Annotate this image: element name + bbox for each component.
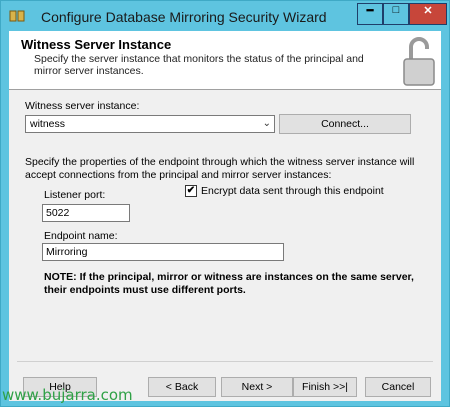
witness-instance-select[interactable]: witness ⌄ — [25, 115, 275, 133]
wizard-window: Configure Database Mirroring Security Wi… — [0, 0, 450, 407]
listener-port-input[interactable]: 5022 — [42, 204, 130, 222]
endpoint-name-label: Endpoint name: — [44, 230, 118, 242]
wizard-header: Witness Server Instance Specify the serv… — [9, 31, 441, 90]
back-button[interactable]: < Back — [148, 377, 216, 397]
chevron-down-icon[interactable]: ⌄ — [263, 118, 271, 129]
connect-button[interactable]: Connect... — [279, 114, 411, 134]
close-button[interactable]: ✕ — [409, 3, 447, 25]
page-description: Specify the server instance that monitor… — [34, 53, 364, 77]
witness-instance-label: Witness server instance: — [25, 100, 140, 112]
minimize-button[interactable]: ━ — [357, 3, 383, 25]
endpoint-description: Specify the properties of the endpoint t… — [25, 156, 415, 181]
footer-separator — [17, 361, 433, 362]
title-bar[interactable]: Configure Database Mirroring Security Wi… — [1, 1, 449, 31]
window-title: Configure Database Mirroring Security Wi… — [41, 9, 327, 25]
database-icon — [9, 10, 25, 22]
watermark-text: www.bujarra.com — [2, 386, 133, 404]
encrypt-label: Encrypt data sent through this endpoint — [201, 185, 384, 197]
finish-button[interactable]: Finish >>| — [293, 377, 357, 397]
wizard-client-area: Witness Server Instance Specify the serv… — [9, 31, 441, 401]
witness-instance-value: witness — [30, 118, 66, 130]
maximize-button[interactable]: □ — [383, 3, 409, 25]
encrypt-checkbox[interactable]: ✔ — [185, 185, 197, 197]
ports-note: NOTE: If the principal, mirror or witnes… — [44, 271, 414, 296]
listener-port-label: Listener port: — [44, 189, 106, 201]
page-title: Witness Server Instance — [21, 37, 172, 52]
cancel-button[interactable]: Cancel — [365, 377, 431, 397]
endpoint-name-input[interactable]: Mirroring — [42, 243, 284, 261]
next-button[interactable]: Next > — [221, 377, 293, 397]
lock-icon — [403, 37, 435, 86]
